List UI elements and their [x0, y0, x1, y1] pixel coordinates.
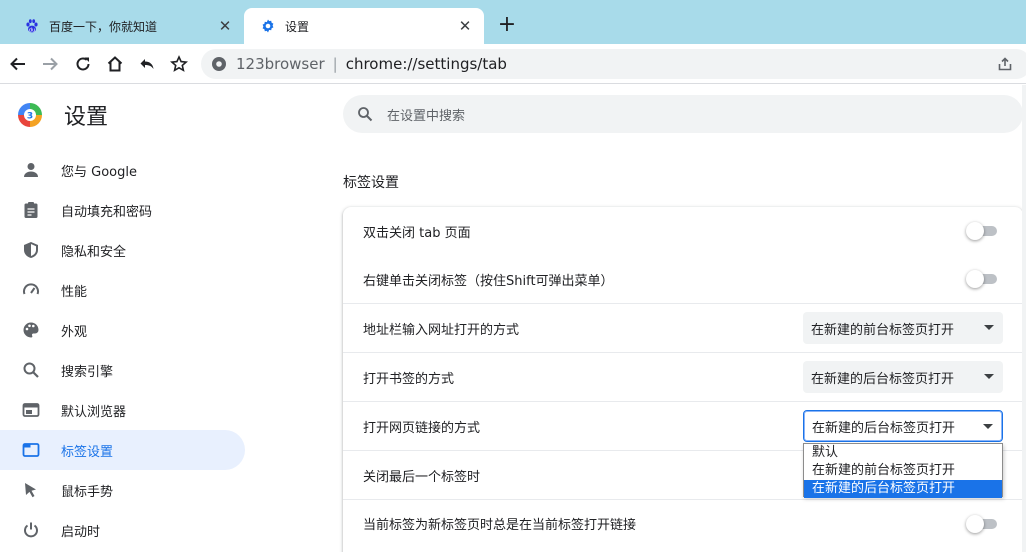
tab-title: 百度一下，你就知道: [49, 19, 158, 34]
sidebar-item-label: 您与 Google: [61, 164, 137, 180]
setting-row-bookmark-open: 打开书签的方式 在新建的后台标签页打开: [343, 352, 1023, 401]
sidebar-item-autofill[interactable]: 自动填充和密码: [0, 190, 245, 230]
sidebar-item-label: 隐私和安全: [61, 244, 127, 260]
setting-label: 双击关闭 tab 页面: [363, 225, 471, 241]
settings-brand: 3 设置: [16, 99, 108, 131]
sidebar-item-label: 外观: [61, 324, 88, 340]
sidebar-item-privacy[interactable]: 隐私和安全: [0, 230, 245, 270]
settings-sidebar: 3 设置 您与 Google 自动填充和密码 隐私和安全 性能 外观 搜索引擎: [0, 85, 320, 552]
setting-label: 当前标签为新标签页时总是在当前标签打开链接: [363, 518, 637, 533]
setting-row-right-click-close: 右键单击关闭标签（按住Shift可弹出菜单）: [343, 255, 1023, 303]
search-settings-input[interactable]: 在设置中搜索: [343, 95, 1023, 133]
address-url: chrome://settings/tab: [345, 55, 507, 73]
select-value: 在新建的前台标签页打开: [811, 322, 955, 338]
share-icon[interactable]: [997, 56, 1013, 72]
browser-logo-icon: [211, 56, 227, 72]
tab-baidu[interactable]: du 百度一下，你就知道 ✕: [8, 8, 244, 44]
svg-text:3: 3: [27, 112, 33, 122]
sidebar-item-label: 默认浏览器: [61, 404, 127, 420]
forward-arrow-icon[interactable]: [36, 50, 64, 78]
sidebar-item-search-engine[interactable]: 搜索引擎: [0, 350, 245, 390]
power-icon: [21, 520, 41, 540]
sidebar-item-startup[interactable]: 启动时: [0, 510, 245, 550]
baidu-paw-icon: du: [24, 18, 40, 34]
undo-icon[interactable]: [133, 50, 161, 78]
setting-label: 右键单击关闭标签（按住Shift可弹出菜单）: [363, 273, 614, 289]
sidebar-item-gestures[interactable]: 鼠标手势: [0, 470, 245, 510]
toggle-new-tab-link[interactable]: [966, 514, 1000, 533]
sidebar-item-appearance[interactable]: 外观: [0, 310, 245, 350]
gear-icon: [260, 18, 276, 34]
new-tab-button[interactable]: +: [496, 14, 518, 36]
search-icon: [357, 106, 373, 122]
tab-title: 设置: [285, 19, 310, 34]
sidebar-item-performance[interactable]: 性能: [0, 270, 245, 310]
palette-icon: [21, 320, 41, 340]
select-omnibox-open[interactable]: 在新建的前台标签页打开: [803, 312, 1003, 344]
section-title: 标签设置: [343, 175, 399, 191]
dropdown-option-selected[interactable]: 在新建的后台标签页打开: [804, 480, 1002, 498]
browser-window-icon: [21, 400, 41, 420]
address-bar[interactable]: 123browser | chrome://settings/tab: [201, 49, 1026, 79]
home-icon[interactable]: [101, 50, 129, 78]
sidebar-item-tabs[interactable]: 标签设置: [0, 430, 245, 470]
clipboard-icon: [21, 200, 41, 220]
sidebar-item-label: 标签设置: [61, 444, 114, 460]
address-host: 123browser: [236, 55, 325, 73]
link-open-dropdown-list: 默认 在新建的前台标签页打开 在新建的后台标签页打开: [803, 443, 1003, 498]
sidebar-item-label: 性能: [61, 284, 88, 300]
person-icon: [21, 160, 41, 180]
tab-settings-card: 双击关闭 tab 页面 右键单击关闭标签（按住Shift可弹出菜单） 地址栏输入…: [343, 207, 1023, 552]
dropdown-option[interactable]: 默认: [804, 444, 1002, 462]
cursor-icon: [21, 480, 41, 500]
reload-icon[interactable]: [69, 50, 97, 78]
svg-text:du: du: [29, 28, 35, 34]
close-icon[interactable]: ✕: [456, 17, 474, 35]
dropdown-option[interactable]: 在新建的前台标签页打开: [804, 462, 1002, 480]
dropdown-caret-icon: [984, 325, 994, 330]
toolbar: 123browser | chrome://settings/tab: [0, 44, 1026, 84]
tab-icon: [21, 440, 41, 460]
page-title: 设置: [64, 105, 109, 130]
scrollbar[interactable]: [1022, 85, 1026, 552]
toggle-right-click-close[interactable]: [966, 270, 1000, 288]
tab-strip: du 百度一下，你就知道 ✕ 设置 ✕ +: [0, 0, 1026, 44]
select-value: 在新建的后台标签页打开: [811, 371, 955, 387]
search-icon: [21, 360, 41, 380]
shield-icon: [21, 240, 41, 260]
setting-row-omnibox-open: 地址栏输入网址打开的方式 在新建的前台标签页打开: [343, 303, 1023, 352]
star-icon[interactable]: [165, 50, 193, 78]
toggle-double-click-close[interactable]: [966, 222, 1000, 240]
address-separator: |: [332, 55, 338, 73]
sidebar-nav: 您与 Google 自动填充和密码 隐私和安全 性能 外观 搜索引擎 默认浏览器: [0, 150, 320, 550]
dropdown-caret-icon: [984, 374, 994, 379]
setting-row-double-click-close: 双击关闭 tab 页面: [343, 207, 1023, 255]
select-bookmark-open[interactable]: 在新建的后台标签页打开: [803, 361, 1003, 393]
speedometer-icon: [21, 280, 41, 300]
setting-row-new-tab-link: 当前标签为新标签页时总是在当前标签打开链接: [343, 499, 1023, 547]
sidebar-item-label: 搜索引擎: [61, 364, 114, 380]
close-icon[interactable]: ✕: [216, 17, 234, 35]
dropdown-caret-icon: [983, 424, 993, 429]
select-link-open[interactable]: 在新建的后台标签页打开: [803, 410, 1003, 442]
sidebar-item-google[interactable]: 您与 Google: [0, 150, 245, 190]
select-value: 在新建的后台标签页打开: [812, 420, 956, 436]
sidebar-item-label: 启动时: [61, 524, 101, 540]
tab-settings[interactable]: 设置 ✕: [244, 8, 484, 44]
search-placeholder: 在设置中搜索: [387, 108, 466, 124]
sidebar-item-default-browser[interactable]: 默认浏览器: [0, 390, 245, 430]
sidebar-item-label: 鼠标手势: [61, 484, 114, 500]
back-arrow-icon[interactable]: [4, 50, 32, 78]
sidebar-item-label: 自动填充和密码: [61, 204, 153, 220]
app-logo-icon: 3: [16, 101, 44, 129]
